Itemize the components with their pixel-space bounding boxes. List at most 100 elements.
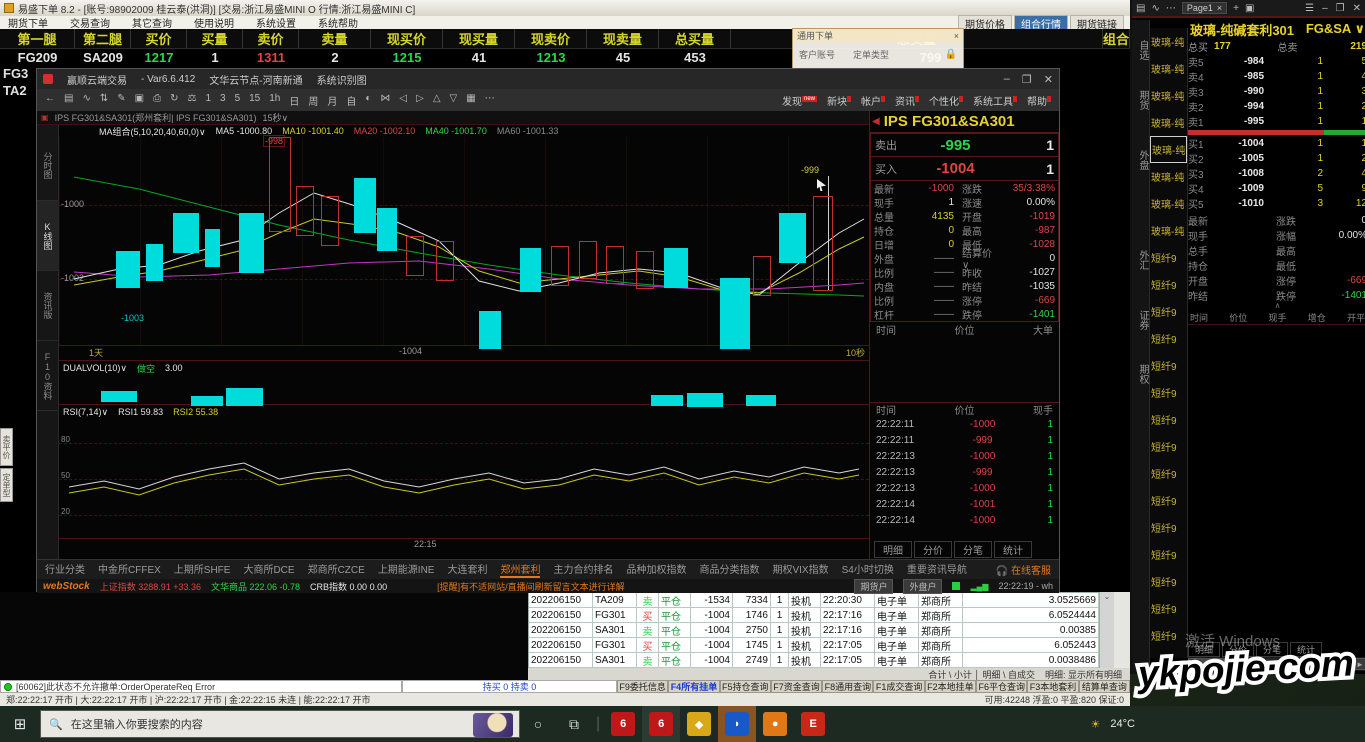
tick-row[interactable]: 22:22:14 -1000 1 <box>870 512 1059 528</box>
toolbar-icon[interactable]: 1 <box>205 93 211 108</box>
scroll-right-icon[interactable]: ► <box>1353 658 1365 670</box>
close-icon[interactable]: ✕ <box>1353 3 1361 14</box>
depth-buy-row[interactable]: 买2 -1005 1 2 <box>1188 151 1365 166</box>
taskbar-app-icon[interactable]: E <box>794 706 832 742</box>
tick-row[interactable]: 22:22:11 -1000 1 <box>870 416 1059 432</box>
menu-item[interactable]: 使用说明 <box>194 15 234 30</box>
instrument-item[interactable]: 玻璃-纯 <box>1150 217 1187 244</box>
tab-kline-chart[interactable]: K线图 <box>37 201 59 271</box>
instrument-item[interactable]: 短纤9 <box>1150 568 1187 595</box>
grid-row-partial[interactable]: TA2 <box>3 83 27 98</box>
ma-value[interactable]: MA40 -1001.70 <box>425 126 487 136</box>
ma-value[interactable]: MA60 -1001.33 <box>497 126 559 136</box>
close-icon[interactable]: ✕ <box>1044 73 1053 86</box>
toolbar-icon[interactable]: ⋯ <box>485 93 495 108</box>
rsi-value[interactable]: RSI(7,14)∨ <box>63 407 108 418</box>
search-input[interactable]: 🔍 在这里输入你要搜索的内容 <box>40 710 520 738</box>
taskbar-app-icon[interactable]: 6 <box>642 706 680 742</box>
toolbar-icon[interactable]: ← <box>45 93 55 108</box>
window-icon[interactable]: ▣ <box>1245 3 1254 14</box>
query-button[interactable]: F7资金查询 <box>771 680 822 693</box>
exchange-nav-item[interactable]: 上期能源INE <box>378 561 435 578</box>
instrument-item[interactable]: 短纤9 <box>1150 352 1187 379</box>
depth-buy-row[interactable]: 买5 -1010 3 12 <box>1188 196 1365 211</box>
ma-value[interactable]: MA10 -1001.40 <box>282 126 344 136</box>
temperature[interactable]: 24°C <box>1110 718 1135 730</box>
yisheng-titlebar[interactable]: 易盛下单 8.2 - [账号:98902009 桂云泰(洪洞)] [交易:浙江易… <box>0 0 1130 16</box>
grid-view-icon[interactable]: ▤ <box>1136 3 1145 14</box>
category-tab[interactable]: 自选 <box>1132 40 1150 60</box>
exchange-nav-item[interactable]: 行业分类 <box>45 561 85 578</box>
column-header[interactable]: 第一腿 <box>0 29 75 48</box>
instrument-item[interactable]: 短纤9 <box>1150 325 1187 352</box>
maximize-icon[interactable]: ❐ <box>1022 73 1032 86</box>
add-tab-icon[interactable]: + <box>1233 3 1239 14</box>
volume-value[interactable]: 3.00 <box>165 363 183 373</box>
depth-sell-row[interactable]: 卖1 -995 1 1 <box>1188 114 1365 129</box>
toolbar-link[interactable]: 资讯 <box>895 93 919 108</box>
column-header[interactable]: 总买量 <box>659 29 731 48</box>
depth-buy-row[interactable]: 买3 -1008 2 4 <box>1188 166 1365 181</box>
exchange-nav-item[interactable]: 商品分类指数 <box>699 561 759 578</box>
exchange-nav-item[interactable]: S4小时切换 <box>842 561 894 578</box>
bid-row[interactable]: 买入 -1004 1 <box>870 157 1059 181</box>
exchange-nav-item[interactable]: 品种加权指数 <box>626 561 686 578</box>
volume-value[interactable]: DUALVOL(10)∨ <box>63 363 127 374</box>
exchange-nav-item[interactable]: 中金所CFFEX <box>98 561 161 578</box>
table-scrollbar[interactable]: ⌄ <box>1100 592 1114 668</box>
toolbar-icon[interactable]: △ <box>433 93 441 108</box>
more-icon[interactable]: ⋯ <box>1166 3 1176 14</box>
tick-tab[interactable]: 统计 <box>994 541 1032 558</box>
fill-row[interactable]: 202206150 FG301 买 平仓 -1004 1745 1 投机 22:… <box>529 638 1099 653</box>
page-tab[interactable]: Page1 × <box>1182 2 1227 14</box>
taskbar-app-icon[interactable]: ◆ <box>680 706 718 742</box>
toolbar-icon[interactable]: 月 <box>327 93 337 108</box>
category-tab[interactable]: 期权 <box>1132 364 1150 384</box>
side-panel-stub[interactable]: 卖平价 <box>0 428 13 466</box>
tick-tab[interactable]: 分笔 <box>954 541 992 558</box>
menu-item[interactable]: 系统设置 <box>256 15 296 30</box>
minimize-icon[interactable]: – <box>1004 73 1010 86</box>
tick-row[interactable]: 22:22:13 -999 1 <box>870 464 1059 480</box>
depth-buy-row[interactable]: 买1 -1004 1 1 <box>1188 136 1365 151</box>
exchange-nav-item[interactable]: 主力合约排名 <box>553 561 613 578</box>
query-button[interactable]: F9委托信息 <box>617 680 668 693</box>
column-header[interactable]: 买量 <box>187 29 243 48</box>
toolbar-icon[interactable]: ◁ <box>399 93 407 108</box>
weather-icon[interactable]: ☀ <box>1091 718 1101 731</box>
toolbar-link[interactable]: 系统工具 <box>973 93 1017 108</box>
online-service-link[interactable]: 🎧 在线客服 <box>996 562 1051 577</box>
column-header[interactable]: 现买价 <box>371 29 443 48</box>
toolbar-icon[interactable]: ⎙ <box>153 93 161 108</box>
query-button[interactable]: F5持仓查询 <box>720 680 771 693</box>
toolbar-icon[interactable]: 5 <box>235 93 241 108</box>
zoom-out-label[interactable]: 1天 <box>89 346 103 359</box>
toolbar-icon[interactable]: 3 <box>220 93 226 108</box>
crb-index[interactable]: CRB指数 0.00 0.00 <box>310 580 387 593</box>
cortana-icon[interactable]: ○ <box>520 706 556 742</box>
period-selector[interactable]: 15秒∨ <box>263 111 289 124</box>
toolbar-icon[interactable]: ◐ <box>365 93 371 108</box>
exchange-nav-item[interactable]: 重要资讯导航 <box>907 561 967 578</box>
futures-account-button[interactable]: 期货户 <box>854 579 893 594</box>
grid-row-partial[interactable]: FG3 <box>3 66 28 81</box>
rsi-chart[interactable]: 80 50 20 <box>59 419 869 539</box>
rsi-value[interactable]: RSI2 55.38 <box>173 407 218 417</box>
depth-sell-row[interactable]: 卖2 -994 1 2 <box>1188 99 1365 114</box>
menu-item[interactable]: 其它查询 <box>132 15 172 30</box>
instrument-item[interactable]: 玻璃-纯 <box>1150 82 1187 109</box>
column-header[interactable]: 卖价 <box>243 29 299 48</box>
instrument-item[interactable]: 短纤9 <box>1150 622 1187 649</box>
zoom-in-label[interactable]: 10秒 <box>846 346 865 359</box>
exchange-nav-item[interactable]: 郑商所CZCE <box>308 561 365 578</box>
toolbar-icon[interactable]: 日 <box>289 93 299 108</box>
toolbar-icon[interactable]: ▣ <box>135 93 144 108</box>
close-icon[interactable]: × <box>954 31 959 41</box>
depth-sell-row[interactable]: 卖5 -984 1 5 <box>1188 54 1365 69</box>
category-tab[interactable]: 期货 <box>1132 90 1150 110</box>
category-tab[interactable]: 外盘 <box>1132 150 1150 170</box>
rsi-value[interactable]: RSI1 59.83 <box>118 407 163 417</box>
menu-item[interactable]: 系统帮助 <box>318 15 358 30</box>
close-tab-icon[interactable]: × <box>1217 3 1222 13</box>
chart-tab-label[interactable]: IPS FG301&SA301(郑州套利| IPS FG301&SA301) <box>55 111 257 124</box>
